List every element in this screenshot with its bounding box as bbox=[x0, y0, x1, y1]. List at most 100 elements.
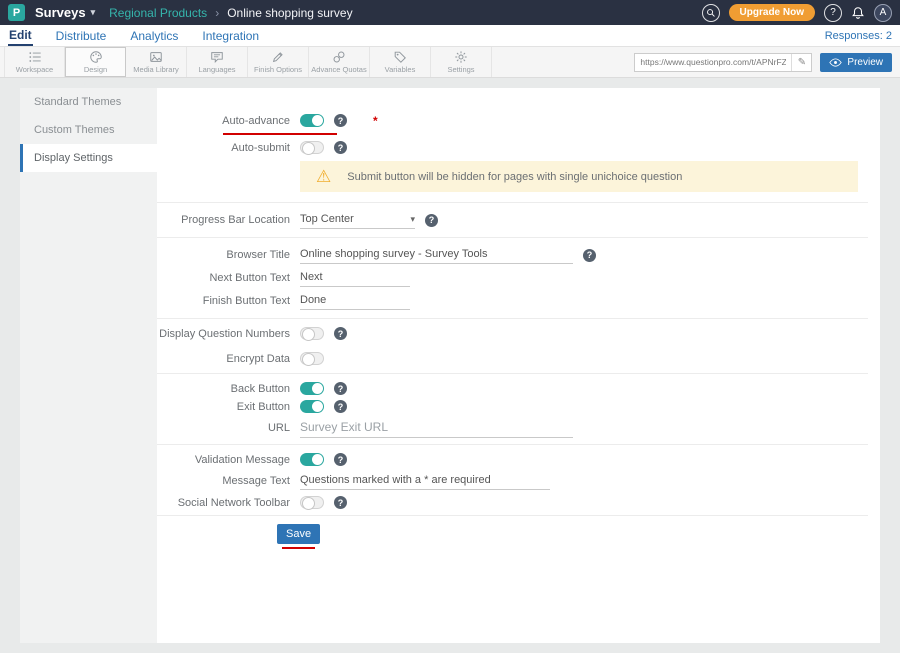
breadcrumb: Regional Products › Online shopping surv… bbox=[109, 6, 352, 20]
top-bar: P Surveys ▾ Regional Products › Online s… bbox=[0, 0, 900, 25]
survey-url-input[interactable] bbox=[635, 57, 791, 67]
divider bbox=[157, 444, 868, 445]
display-question-numbers-label: Display Question Numbers bbox=[157, 328, 300, 340]
edit-url-icon[interactable]: ✎ bbox=[791, 54, 811, 71]
speech-bubble-icon bbox=[210, 50, 224, 64]
browser-title-help-icon[interactable]: ? bbox=[583, 249, 596, 262]
social-network-toolbar-toggle[interactable] bbox=[300, 496, 324, 509]
toolbar-item-label: Media Library bbox=[133, 65, 178, 74]
back-button-toggle[interactable] bbox=[300, 382, 324, 395]
search-button[interactable] bbox=[702, 4, 720, 22]
row-warning: ⚠ Submit button will be hidden for pages… bbox=[157, 161, 868, 192]
pencil-icon bbox=[271, 50, 285, 64]
tab-integration[interactable]: Integration bbox=[201, 27, 260, 45]
warning-banner: ⚠ Submit button will be hidden for pages… bbox=[300, 161, 858, 192]
social-network-toolbar-help-icon[interactable]: ? bbox=[334, 496, 347, 509]
avatar-initial: A bbox=[880, 7, 887, 18]
progress-bar-help-icon[interactable]: ? bbox=[425, 214, 438, 227]
topbar-actions: Upgrade Now ? A bbox=[702, 4, 892, 22]
progress-bar-location-label: Progress Bar Location bbox=[157, 214, 300, 226]
back-button-help-icon[interactable]: ? bbox=[334, 382, 347, 395]
progress-bar-location-value: Top Center bbox=[300, 213, 354, 225]
responses-count[interactable]: Responses: 2 bbox=[825, 30, 892, 42]
toolbar-item-languages[interactable]: Languages bbox=[187, 47, 248, 77]
auto-advance-label: Auto-advance bbox=[157, 115, 300, 127]
palette-icon bbox=[89, 50, 103, 64]
save-button[interactable]: Save bbox=[277, 524, 320, 544]
auto-advance-help-icon[interactable]: ? bbox=[334, 114, 347, 127]
tab-analytics[interactable]: Analytics bbox=[129, 27, 179, 45]
validation-message-help-icon[interactable]: ? bbox=[334, 453, 347, 466]
validation-message-toggle[interactable] bbox=[300, 453, 324, 466]
auto-submit-toggle[interactable] bbox=[300, 141, 324, 154]
toolbar-item-workspace[interactable]: Workspace bbox=[4, 47, 65, 77]
toolbar-item-finish-options[interactable]: Finish Options bbox=[248, 47, 309, 77]
survey-url-box: ✎ bbox=[634, 53, 812, 72]
tab-distribute[interactable]: Distribute bbox=[55, 27, 108, 45]
divider bbox=[157, 318, 868, 319]
next-button-text-label: Next Button Text bbox=[157, 272, 300, 284]
chevron-down-icon: ▾ bbox=[410, 214, 415, 225]
message-text-input[interactable] bbox=[300, 472, 550, 490]
workspace-icon bbox=[28, 50, 42, 64]
finish-button-text-label: Finish Button Text bbox=[157, 295, 300, 307]
row-auto-submit: Auto-submit ? bbox=[157, 141, 868, 154]
tag-icon bbox=[393, 50, 407, 64]
exit-button-label: Exit Button bbox=[157, 401, 300, 413]
progress-bar-location-select[interactable]: Top Center ▾ bbox=[300, 211, 415, 229]
exit-button-help-icon[interactable]: ? bbox=[334, 400, 347, 413]
questionpro-logo[interactable]: P bbox=[8, 4, 25, 21]
surveys-menu[interactable]: Surveys ▾ bbox=[35, 5, 95, 20]
back-button-label: Back Button bbox=[157, 383, 300, 395]
auto-advance-toggle[interactable] bbox=[300, 114, 324, 127]
toolbar-right: ✎ Preview bbox=[634, 47, 896, 77]
toolbar-item-advance-quotas[interactable]: Advance Quotas bbox=[309, 47, 370, 77]
toolbar-item-media-library[interactable]: Media Library bbox=[126, 47, 187, 77]
sidebar-item-custom-themes[interactable]: Custom Themes bbox=[20, 116, 157, 144]
warning-text: Submit button will be hidden for pages w… bbox=[347, 171, 682, 183]
toolbar-item-label: Design bbox=[84, 65, 107, 74]
toolbar-item-label: Settings bbox=[447, 65, 474, 74]
browser-title-input[interactable] bbox=[300, 246, 573, 264]
breadcrumb-survey-name: Online shopping survey bbox=[227, 6, 352, 20]
row-display-question-numbers: Display Question Numbers ? bbox=[157, 327, 868, 340]
content: Standard Themes Custom Themes Display Se… bbox=[20, 88, 880, 643]
row-social-network-toolbar: Social Network Toolbar ? bbox=[157, 496, 868, 509]
upgrade-now-button[interactable]: Upgrade Now bbox=[729, 4, 815, 21]
surveys-menu-label: Surveys bbox=[35, 5, 86, 20]
next-button-text-input[interactable] bbox=[300, 269, 410, 287]
finish-button-text-input[interactable] bbox=[300, 292, 410, 310]
display-settings-panel: Auto-advance ? * Auto-submit ? ⚠ Submit … bbox=[157, 88, 880, 643]
save-area: Save bbox=[277, 524, 320, 549]
breadcrumb-folder[interactable]: Regional Products bbox=[109, 6, 207, 20]
design-toolbar: Workspace Design Media Library Languages… bbox=[0, 47, 900, 78]
toolbar-item-settings[interactable]: Settings bbox=[431, 47, 492, 77]
row-finish-button-text: Finish Button Text bbox=[157, 292, 868, 310]
help-icon: ? bbox=[830, 7, 836, 18]
toolbar-item-label: Languages bbox=[198, 65, 235, 74]
auto-submit-help-icon[interactable]: ? bbox=[334, 141, 347, 154]
tab-edit[interactable]: Edit bbox=[8, 26, 33, 46]
sidebar-item-standard-themes[interactable]: Standard Themes bbox=[20, 88, 157, 116]
warning-icon: ⚠ bbox=[316, 168, 331, 185]
row-auto-advance: Auto-advance ? * bbox=[157, 114, 868, 127]
display-question-numbers-help-icon[interactable]: ? bbox=[334, 327, 347, 340]
preview-button[interactable]: Preview bbox=[820, 53, 892, 72]
bell-icon bbox=[851, 6, 865, 20]
chevron-down-icon: ▾ bbox=[91, 7, 96, 18]
notifications-button[interactable] bbox=[851, 6, 865, 20]
avatar[interactable]: A bbox=[874, 4, 892, 22]
breadcrumb-separator-icon: › bbox=[215, 6, 219, 20]
display-question-numbers-toggle[interactable] bbox=[300, 327, 324, 340]
gear-icon bbox=[454, 50, 468, 64]
toolbar-item-label: Advance Quotas bbox=[311, 65, 366, 74]
exit-button-toggle[interactable] bbox=[300, 400, 324, 413]
toolbar-item-design[interactable]: Design bbox=[65, 47, 126, 77]
exit-url-input[interactable] bbox=[300, 418, 573, 438]
annotation-red-mark: * bbox=[373, 114, 378, 128]
divider bbox=[157, 237, 868, 238]
help-button[interactable]: ? bbox=[824, 4, 842, 22]
toolbar-item-variables[interactable]: Variables bbox=[370, 47, 431, 77]
encrypt-data-toggle[interactable] bbox=[300, 352, 324, 365]
sidebar-item-display-settings[interactable]: Display Settings bbox=[20, 144, 157, 172]
